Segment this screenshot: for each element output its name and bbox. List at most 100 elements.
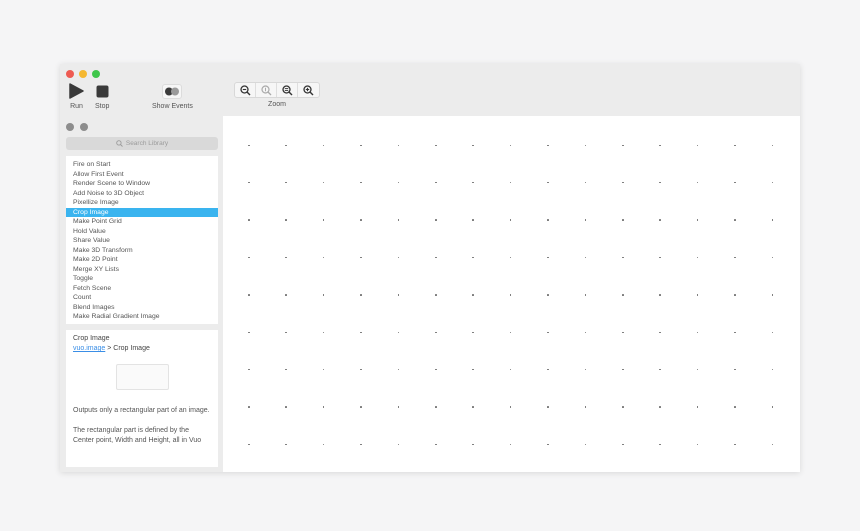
canvas-grid-dot (584, 331, 587, 334)
library-list-item[interactable]: Allow First Event (66, 170, 218, 180)
canvas-grid-dot (547, 181, 549, 184)
canvas-grid-dot (771, 443, 774, 446)
search-icon (116, 140, 123, 147)
doc-path-name: Crop Image (113, 345, 150, 352)
library-list-item[interactable]: Make 3D Transform (66, 246, 218, 256)
canvas-grid-dot (622, 144, 624, 147)
canvas-grid-dot (360, 331, 362, 334)
canvas-grid-dot (509, 181, 512, 184)
canvas-grid-dot (472, 331, 474, 334)
canvas-grid-dot (435, 181, 437, 184)
canvas-grid-dot (696, 256, 699, 259)
zoom-in-button[interactable] (298, 83, 319, 97)
canvas-grid-dot (285, 331, 287, 334)
canvas-grid-dot (248, 443, 250, 446)
library-list-item[interactable]: Merge XY Lists (66, 265, 218, 275)
canvas-grid-dot (547, 331, 549, 334)
canvas-grid-dot (285, 294, 287, 296)
canvas-grid-dot (584, 256, 587, 259)
actual-size-button[interactable] (256, 83, 277, 97)
canvas-grid-dot (322, 181, 325, 184)
canvas-grid-dot (322, 368, 325, 371)
canvas-grid-dot (584, 144, 587, 147)
canvas-grid-dot (771, 181, 774, 184)
window-controls (66, 70, 100, 78)
canvas-grid-dot (285, 406, 287, 408)
canvas-grid-dot (472, 144, 474, 147)
sidebar-close-button[interactable] (66, 123, 74, 131)
canvas-grid-dot (509, 144, 512, 147)
stop-icon (96, 82, 109, 100)
canvas-grid-dot (547, 368, 549, 371)
canvas-grid-dot (285, 181, 287, 184)
zoom-window-button[interactable] (92, 70, 100, 78)
canvas-grid-dot (248, 256, 250, 259)
canvas-grid-dot (360, 368, 362, 371)
canvas-grid-dot (509, 406, 512, 408)
sidebar-controls (66, 123, 88, 131)
canvas-grid-dot (397, 443, 400, 446)
library-list-item[interactable]: Blend Images (66, 303, 218, 313)
canvas-grid-dot (734, 368, 736, 371)
canvas-grid-dot (322, 443, 325, 446)
canvas-grid-dot (771, 219, 774, 221)
library-list-item[interactable]: Make 2D Point (66, 255, 218, 265)
show-events-button[interactable]: Show Events (152, 82, 193, 110)
library-list-item[interactable]: Make Point Grid (66, 217, 218, 227)
doc-path: vuo.image > Crop Image (73, 344, 211, 354)
canvas-grid-dot (435, 294, 437, 296)
canvas-grid-dot (472, 406, 474, 408)
library-list-item[interactable]: Crop Image (66, 207, 218, 217)
canvas-grid-dot (472, 256, 474, 259)
library-list-item[interactable]: Pixellize Image (66, 198, 218, 208)
composition-canvas[interactable] (223, 116, 800, 472)
canvas-grid-dot (360, 181, 362, 184)
canvas-grid-dot (696, 443, 699, 446)
canvas-grid-dot (622, 256, 624, 259)
canvas-grid-dot (248, 181, 250, 184)
canvas-grid-dot (622, 331, 624, 334)
canvas-grid-dot (547, 443, 549, 446)
canvas-grid-dot (248, 144, 250, 147)
doc-path-link[interactable]: vuo.image (73, 345, 105, 352)
minimize-window-button[interactable] (79, 70, 87, 78)
node-library-list: Fire on Start Allow First Event Render Sce… (66, 156, 218, 324)
canvas-grid-dot (397, 144, 400, 147)
sidebar-minimize-button[interactable] (80, 123, 88, 131)
run-button[interactable]: Run (69, 82, 84, 110)
library-list-item[interactable]: Toggle (66, 274, 218, 284)
library-list-item[interactable]: Hold Value (66, 227, 218, 237)
doc-description-paragraph: Outputs only a rectangular part of an im… (73, 407, 210, 414)
canvas-grid-dot (360, 406, 362, 408)
zoom-out-button[interactable] (235, 83, 256, 97)
canvas-grid-dot (435, 219, 437, 221)
canvas-grid-dot (248, 331, 250, 334)
canvas-grid-dot (734, 294, 736, 296)
canvas-grid-dot (360, 144, 362, 147)
library-list-item[interactable]: Render Scene to Window (66, 179, 218, 189)
canvas-grid-dot (509, 331, 512, 334)
canvas-grid-dot (360, 294, 362, 296)
canvas-grid-dot (734, 331, 736, 334)
canvas-grid-dot (435, 331, 437, 334)
canvas-grid-dot (734, 181, 736, 184)
canvas-grid-dot (472, 181, 474, 184)
canvas-grid-dot (435, 144, 437, 147)
library-list-item[interactable]: Make Radial Gradient Image (66, 312, 218, 322)
library-list-item[interactable]: Share Value (66, 236, 218, 246)
canvas-grid-dot (622, 294, 624, 296)
canvas-grid-dot (547, 144, 549, 147)
zoom-to-fit-button[interactable] (277, 83, 298, 97)
library-list-item[interactable]: Count (66, 293, 218, 303)
stop-button[interactable]: Stop (95, 82, 109, 110)
close-window-button[interactable] (66, 70, 74, 78)
canvas-grid-dot (659, 144, 661, 147)
library-list-item[interactable]: Fire on Start (66, 160, 218, 170)
canvas-grid-dot (509, 256, 512, 259)
canvas-grid-dot (622, 406, 624, 408)
canvas-grid-dot (248, 294, 250, 296)
library-list-item[interactable]: Add Noise to 3D Object (66, 189, 218, 199)
search-library-input[interactable]: Search Library (66, 137, 218, 150)
canvas-grid-dot (248, 368, 250, 371)
library-list-item[interactable]: Fetch Scene (66, 284, 218, 294)
